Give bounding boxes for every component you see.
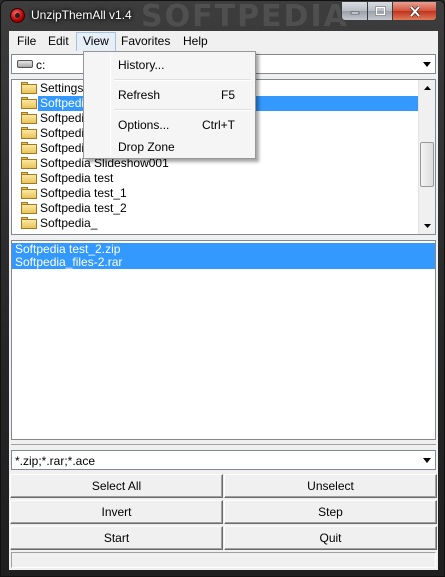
view-menu-dropdown: History... Refresh F5 Options... Ctrl+T …: [83, 51, 256, 159]
maximize-button[interactable]: [367, 2, 393, 21]
menu-bar: File Edit View Favorites Help: [9, 31, 438, 51]
folder-icon: [21, 127, 37, 139]
menu-separator: [114, 109, 251, 111]
folder-icon: [21, 142, 37, 154]
folder-icon: [21, 172, 37, 184]
menu-item-shortcut: Ctrl+T: [202, 118, 235, 132]
tree-scrollbar[interactable]: [418, 80, 435, 234]
tree-item-label: Softpedia_: [40, 216, 98, 230]
watermark: SOFTPEDIA: [141, 0, 349, 34]
chevron-down-icon: [422, 61, 431, 67]
menu-item-refresh[interactable]: Refresh F5: [86, 84, 253, 106]
drive-select-value: c:: [36, 58, 46, 72]
menu-favorites[interactable]: Favorites: [115, 32, 176, 51]
menu-item-label: Drop Zone: [118, 140, 175, 154]
close-icon: [409, 5, 420, 17]
folder-icon: [21, 217, 37, 229]
menu-help[interactable]: Help: [177, 32, 214, 51]
chevron-down-icon: [422, 457, 431, 463]
chevron-up-icon: [423, 86, 431, 90]
tree-item-label: Softpedia test: [40, 171, 114, 185]
start-button[interactable]: Start: [10, 526, 223, 550]
minimize-button[interactable]: [341, 2, 368, 21]
tree-item-label: Settings: [40, 81, 84, 95]
menu-item-options[interactable]: Options... Ctrl+T: [86, 114, 253, 136]
app-window: UnzipThemAll v1.4 SOFTPEDIA File Edit Vi…: [0, 0, 445, 577]
filter-select-dropdown[interactable]: [419, 452, 434, 468]
title-bar[interactable]: UnzipThemAll v1.4 SOFTPEDIA: [1, 0, 445, 34]
menu-item-history[interactable]: History...: [86, 54, 253, 76]
archive-file-list[interactable]: Softpedia test_2.zip Softpedia_files-2.r…: [11, 240, 436, 440]
client-area: File Edit View Favorites Help c: Setting…: [9, 31, 438, 570]
menu-item-label: Refresh: [118, 88, 161, 102]
menu-item-label: Options...: [118, 118, 170, 132]
status-bar: [11, 552, 436, 568]
maximize-icon: [374, 6, 386, 16]
tree-item[interactable]: Softpedia_: [12, 216, 420, 231]
scroll-up-button[interactable]: [419, 80, 435, 96]
menu-file[interactable]: File: [11, 32, 42, 51]
tree-item[interactable]: Softpedia test_1: [12, 186, 420, 201]
invert-button[interactable]: Invert: [10, 500, 223, 524]
tree-item-label: Softpedia test_1: [40, 186, 127, 200]
menu-item-drop-zone[interactable]: Drop Zone: [86, 136, 253, 158]
folder-icon: [21, 202, 37, 214]
drive-select-dropdown[interactable]: [419, 56, 434, 72]
menu-item-shortcut: F5: [220, 88, 235, 102]
scroll-thumb[interactable]: [420, 142, 434, 187]
folder-icon: [21, 112, 37, 124]
minimize-icon: [350, 11, 359, 15]
scroll-down-button[interactable]: [419, 218, 435, 234]
divider: [11, 444, 436, 445]
folder-icon: [21, 82, 37, 94]
filter-select-value: *.zip;*.rar;*.ace: [15, 454, 96, 468]
list-item[interactable]: Softpedia_files-2.rar: [12, 256, 435, 269]
chevron-down-icon: [423, 224, 431, 228]
quit-button[interactable]: Quit: [224, 526, 437, 550]
tree-item[interactable]: Softpedia test: [12, 171, 420, 186]
window-title: UnzipThemAll v1.4: [31, 8, 132, 22]
close-button[interactable]: [392, 2, 437, 21]
menu-view[interactable]: View: [76, 32, 116, 51]
menu-item-label: History...: [118, 58, 165, 72]
folder-icon: [21, 97, 37, 109]
folder-icon: [21, 187, 37, 199]
unselect-button[interactable]: Unselect: [224, 474, 437, 498]
app-icon[interactable]: [10, 8, 25, 23]
filter-select[interactable]: *.zip;*.rar;*.ace: [11, 450, 436, 470]
tree-item-label: Softpedia test_2: [40, 201, 127, 215]
step-button[interactable]: Step: [224, 500, 437, 524]
select-all-button[interactable]: Select All: [10, 474, 223, 498]
tree-item[interactable]: Softpedia test_2: [12, 201, 420, 216]
menu-edit[interactable]: Edit: [42, 32, 75, 51]
menu-separator: [114, 79, 251, 81]
drive-icon: [17, 60, 33, 68]
folder-icon: [21, 157, 37, 169]
